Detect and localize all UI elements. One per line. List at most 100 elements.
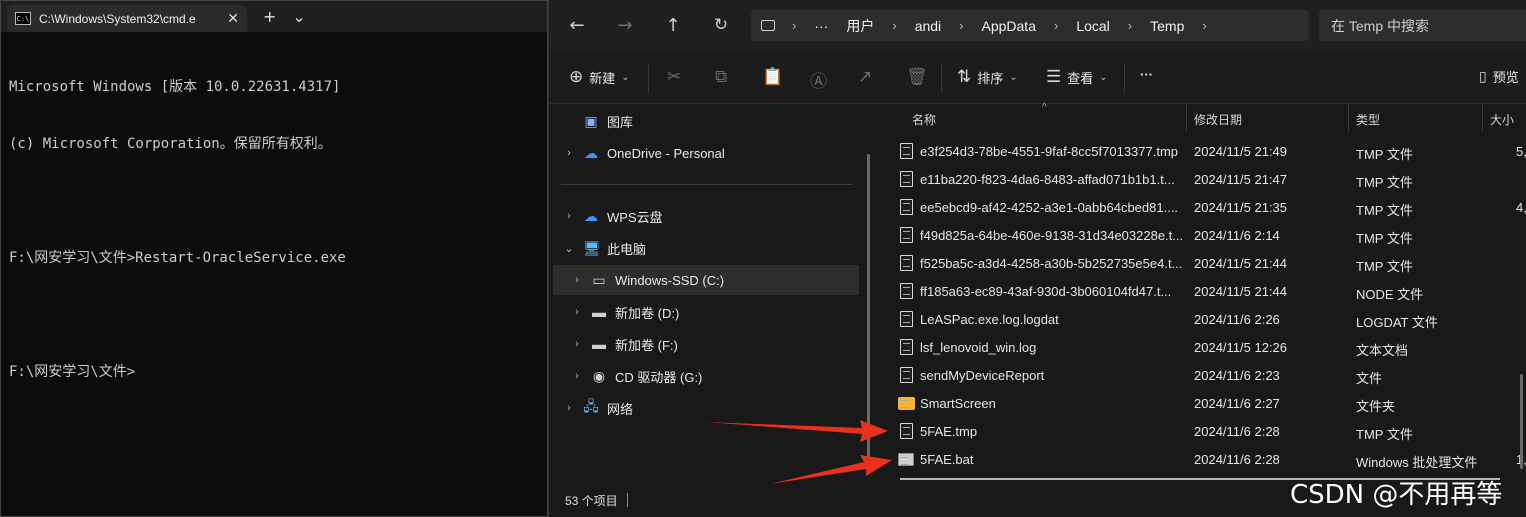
file-list: 名称 ^ 修改日期 类型 大小 e3f254d3-78be-4551-9faf-… <box>880 102 1526 484</box>
chevron-down-icon[interactable]: ⌄ <box>563 242 575 255</box>
file-date: 2024/11/6 2:14 <box>1194 228 1280 243</box>
paste-button[interactable]: 📋 <box>762 67 783 87</box>
refresh-icon[interactable]: ↻ <box>697 15 745 35</box>
chevron-right-icon[interactable]: › <box>883 18 905 33</box>
breadcrumb-local[interactable]: Local <box>1067 18 1118 34</box>
column-header-date[interactable]: 修改日期 <box>1194 111 1242 128</box>
nav-item-drive-g[interactable]: › ◉ CD 驱动器 (G:) <box>571 361 702 391</box>
chevron-right-icon[interactable]: › <box>571 274 583 286</box>
preview-button[interactable]: ▯ 预览 <box>1479 67 1519 86</box>
table-row[interactable]: f49d825a-64be-460e-9138-31d34e03228e.t..… <box>880 222 1526 250</box>
more-options-button[interactable]: ··· <box>1140 67 1153 82</box>
view-button[interactable]: ☰ 查看 ⌄ <box>1046 67 1108 87</box>
table-row[interactable]: 5FAE.bat2024/11/6 2:28Windows 批处理文件1, <box>880 446 1526 474</box>
file-type: TMP 文件 <box>1356 203 1413 218</box>
cmd-console[interactable]: Microsoft Windows [版本 10.0.22631.4317] (… <box>1 32 547 428</box>
file-date: 2024/11/5 21:44 <box>1194 284 1288 299</box>
chevron-right-icon[interactable]: › <box>563 210 575 222</box>
file-name: SmartScreen <box>920 396 996 411</box>
breadcrumb-andi[interactable]: andi <box>906 18 950 34</box>
chevron-right-icon[interactable]: › <box>563 402 575 414</box>
drive-icon: ▭ <box>592 271 606 288</box>
nav-item-network[interactable]: › 🖧 网络 <box>563 393 633 423</box>
forward-arrow-icon[interactable]: → <box>601 15 649 36</box>
file-size: 4, <box>1516 200 1526 215</box>
delete-button[interactable]: 🗑 <box>906 67 928 87</box>
cmd-icon: C:\ <box>15 12 31 25</box>
file-name: e11ba220-f823-4da6-8483-affad071b1b1.t..… <box>920 172 1175 187</box>
chevron-down-icon: ⌄ <box>1099 71 1108 83</box>
breadcrumb-appdata[interactable]: AppData <box>973 18 1045 34</box>
column-header-type[interactable]: 类型 <box>1356 111 1380 128</box>
plus-circle-icon: ⊕ <box>569 67 584 86</box>
file-name: ff185a63-ec89-43af-930d-3b060104fd47.t..… <box>920 284 1172 299</box>
new-button[interactable]: ⊕ 新建 ⌄ <box>569 67 630 87</box>
toolbar-divider <box>1124 64 1125 92</box>
table-row[interactable]: e3f254d3-78be-4551-9faf-8cc5f7013377.tmp… <box>880 138 1526 166</box>
column-header-size[interactable]: 大小 <box>1490 111 1514 128</box>
close-icon[interactable]: ✕ <box>227 11 239 27</box>
network-icon: 🖧 <box>583 398 599 414</box>
table-row[interactable]: sendMyDeviceReport 2024/11/6 2:23 文件 <box>880 362 1526 390</box>
file-icon <box>900 143 913 159</box>
nav-item-label: 新加卷 (F:) <box>615 337 678 353</box>
nav-item-onedrive[interactable]: › ☁ OneDrive - Personal <box>563 138 725 168</box>
chevron-right-icon[interactable]: › <box>1193 18 1215 33</box>
nav-item-drive-d[interactable]: › ▬ 新加卷 (D:) <box>571 297 679 327</box>
file-explorer-window: ← → ↑ ↻ › ··· 用户 › andi › AppData › Loca… <box>548 0 1526 517</box>
file-icon <box>900 367 913 383</box>
share-button[interactable]: ↗ <box>858 67 872 87</box>
table-row[interactable]: SmartScreen 2024/11/6 2:27 文件夹 <box>880 390 1526 418</box>
file-list-scrollbar[interactable] <box>1520 374 1523 469</box>
chevron-right-icon[interactable]: › <box>571 306 583 318</box>
column-divider[interactable] <box>1482 104 1483 132</box>
nav-item-drive-c[interactable]: › ▭ Windows-SSD (C:) <box>553 265 859 295</box>
sort-button[interactable]: ⇅ 排序 ⌄ <box>957 67 1018 87</box>
chevron-right-icon[interactable]: › <box>563 147 575 159</box>
column-divider[interactable] <box>1348 104 1349 132</box>
up-arrow-icon[interactable]: ↑ <box>649 15 697 36</box>
rename-button[interactable]: Ⓐ <box>810 67 827 92</box>
tab-dropdown-button[interactable]: ⌄ <box>292 7 305 26</box>
nav-item-wps[interactable]: › ☁ WPS云盘 <box>563 201 663 231</box>
table-row[interactable]: LeASPac.exe.log.logdat 2024/11/6 2:26 LOGD… <box>880 306 1526 334</box>
nav-item-label: WPS云盘 <box>607 209 663 225</box>
breadcrumb-users[interactable]: 用户 <box>837 16 883 36</box>
address-more[interactable]: ··· <box>805 18 837 34</box>
table-row[interactable]: f525ba5c-a3d4-4258-a30b-5b252735e5e4.t..… <box>880 250 1526 278</box>
table-row[interactable]: ee5ebcd9-af42-4252-a3e1-0abb64cbed81....… <box>880 194 1526 222</box>
chevron-right-icon[interactable]: › <box>1119 18 1141 33</box>
new-tab-button[interactable]: + <box>263 7 276 26</box>
address-bar[interactable]: › ··· 用户 › andi › AppData › Local › Temp… <box>751 10 1309 41</box>
scissors-icon: ✂ <box>667 67 682 86</box>
column-header-name[interactable]: 名称 <box>912 111 936 128</box>
chevron-right-icon[interactable]: › <box>1045 18 1067 33</box>
nav-item-gallery[interactable]: ▣ 图库 <box>563 106 633 136</box>
file-type: NODE 文件 <box>1356 287 1424 302</box>
file-name: f49d825a-64be-460e-9138-31d34e03228e.t..… <box>920 228 1182 243</box>
file-icon <box>900 283 913 299</box>
file-icon <box>900 199 913 215</box>
navigation-bar: ← → ↑ ↻ › ··· 用户 › andi › AppData › Loca… <box>549 0 1526 50</box>
toolbar-divider <box>648 64 649 92</box>
file-date: 2024/11/6 2:28 <box>1194 424 1280 439</box>
folder-icon <box>898 397 915 410</box>
chevron-right-icon[interactable]: › <box>571 370 583 382</box>
nav-item-drive-f[interactable]: › ▬ 新加卷 (F:) <box>571 329 678 359</box>
copy-button[interactable]: ⧉ <box>715 67 727 87</box>
table-row[interactable]: lsf_lenovoid_win.log 2024/11/5 12:26 文本文档 <box>880 334 1526 362</box>
cmd-tab[interactable]: C:\ C:\Windows\System32\cmd.e ✕ <box>7 5 247 32</box>
cut-button[interactable]: ✂ <box>667 67 681 87</box>
nav-scrollbar[interactable] <box>867 154 870 474</box>
rename-icon: Ⓐ <box>810 72 827 91</box>
table-row[interactable]: e11ba220-f823-4da6-8483-affad071b1b1.t..… <box>880 166 1526 194</box>
chevron-right-icon[interactable]: › <box>950 18 972 33</box>
breadcrumb-temp[interactable]: Temp <box>1141 18 1193 34</box>
table-row[interactable]: ff185a63-ec89-43af-930d-3b060104fd47.t..… <box>880 278 1526 306</box>
table-row[interactable]: 5FAE.tmp 2024/11/6 2:28 TMP 文件 <box>880 418 1526 446</box>
back-arrow-icon[interactable]: ← <box>553 15 601 36</box>
chevron-right-icon[interactable]: › <box>571 338 583 350</box>
nav-item-this-pc[interactable]: ⌄ 🖥 此电脑 <box>563 233 646 263</box>
search-input[interactable]: 在 Temp 中搜索 <box>1319 10 1526 41</box>
column-divider[interactable] <box>1186 104 1187 132</box>
